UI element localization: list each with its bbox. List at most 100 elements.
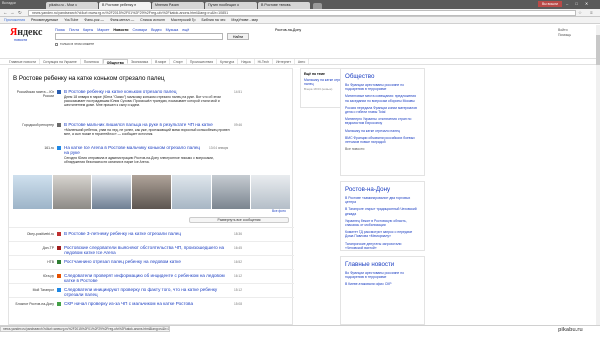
search-input[interactable] xyxy=(55,33,223,40)
list-item[interactable]: Во Франции арестованы россияне по подозр… xyxy=(345,271,420,279)
story-panel: В Ростове ребенку на катке коньком отрез… xyxy=(8,68,294,325)
scrollbar[interactable] xyxy=(596,25,600,325)
browser-tab[interactable]: pikabu.ru - Мои з xyxy=(46,2,98,9)
news-headline-link[interactable]: На катке Ice Arena в Ростове мальчику ко… xyxy=(64,145,204,155)
search-button[interactable]: Найти xyxy=(227,33,249,40)
society-title[interactable]: Общество xyxy=(345,73,424,80)
list-item[interactable]: Комитет ГД рассмотрит запрос о передаче … xyxy=(345,230,420,238)
news-source[interactable]: Блокнот Ростов-на-Дону xyxy=(12,302,54,306)
news-photo[interactable] xyxy=(211,175,251,209)
browser-tab-active[interactable]: В Ростове ребенку н xyxy=(99,2,151,9)
bookmark-item[interactable]: Библия на чес xyxy=(201,18,225,22)
tab-category[interactable]: Политика xyxy=(81,59,103,64)
main-news-title[interactable]: Главные новости xyxy=(345,261,424,268)
tab-category[interactable]: Главные новости xyxy=(6,59,40,64)
browser-tab[interactable]: Мнения Разин xyxy=(152,2,204,9)
list-item[interactable]: В Киеве атаковали офис СКР xyxy=(345,282,420,286)
reload-icon[interactable]: ↻ xyxy=(18,10,22,16)
address-bar[interactable]: news.yandex.ru/yandsearch?cl4url=www.rg.… xyxy=(28,10,576,16)
all-photos-link[interactable]: Все фото xyxy=(272,209,286,213)
logo-subtitle[interactable]: новости xyxy=(14,38,27,42)
service-link[interactable]: ещё xyxy=(182,28,189,32)
bookmark-item[interactable]: Список исполн xyxy=(140,18,165,22)
news-source[interactable]: Юга.ру xyxy=(12,274,54,278)
bookmark-item[interactable]: Мастерский Гр xyxy=(171,18,196,22)
news-headline-link[interactable]: В Ростове ребенку на катке коньком отрез… xyxy=(64,89,229,94)
list-item[interactable]: Митинговые места совещания: предложения … xyxy=(345,94,420,102)
news-source[interactable]: Российская газета – Юг России xyxy=(12,90,54,98)
news-headline-link[interactable]: В Ростове мальчик лишился пальца на руке… xyxy=(64,122,229,127)
list-item[interactable]: Мальчику на катке отрезало палец xyxy=(345,129,420,133)
news-annotation: Днем 18 января в парке (Юнга "Оазис") ма… xyxy=(64,95,221,108)
bookmark-star-icon[interactable]: ☆ xyxy=(578,10,582,16)
news-photo[interactable] xyxy=(52,175,92,209)
news-headline-link[interactable]: Ростовские следователи выясняют обстояте… xyxy=(64,245,234,255)
list-item[interactable]: Во Франции арестованы россияне по подозр… xyxy=(345,83,420,91)
yandex-logo[interactable]: Яндекс xyxy=(10,28,42,38)
tab-category[interactable]: Происшествия xyxy=(187,59,218,64)
tab-category[interactable]: Ситуация на Украине xyxy=(40,59,81,64)
bookmark-item[interactable]: Приложения xyxy=(4,18,25,22)
service-link[interactable]: Видео xyxy=(151,28,162,32)
tab-category[interactable]: Hi-Tech xyxy=(255,59,274,64)
forward-icon[interactable]: → xyxy=(10,10,15,15)
list-item[interactable]: Таганрогские депутаты загрохотали «Чехов… xyxy=(345,242,420,250)
news-photo[interactable] xyxy=(251,175,291,209)
bookmark-item[interactable]: МедУниве - мир xyxy=(231,18,258,22)
list-item[interactable]: ВМС Франции объявили российских боевых л… xyxy=(345,136,420,144)
window-controls[interactable]: – □ ✕ xyxy=(566,1,591,6)
list-item[interactable]: Украинец бежит в Ростовскую область, спа… xyxy=(345,219,420,227)
back-icon[interactable]: ← xyxy=(3,10,8,15)
service-link[interactable]: Карты xyxy=(83,28,93,32)
rostov-title[interactable]: Ростов-на-Дону xyxy=(345,186,424,193)
tab-category[interactable]: В мире xyxy=(152,59,171,64)
tab-category[interactable]: Авто xyxy=(295,59,310,64)
bookmark-item[interactable]: Рекомендуемые xyxy=(31,18,58,22)
tab-category[interactable]: Наука xyxy=(238,59,255,64)
profile-button[interactable]: Вы вошли xyxy=(538,1,562,7)
news-headline-link[interactable]: В Ростове 3-летнему ребенку на катке отр… xyxy=(64,231,234,236)
bookmark-item[interactable]: Фанк-метал — xyxy=(110,18,134,22)
checkbox-icon[interactable] xyxy=(55,42,58,46)
news-headline-link[interactable]: Ростчаннино отрезал палец ребенку на лед… xyxy=(64,259,234,264)
story-only-checkbox[interactable]: только в этом сюжете xyxy=(55,42,94,46)
service-link[interactable]: Словари xyxy=(132,28,147,32)
all-news-link[interactable]: Все новости xyxy=(345,147,420,151)
news-headline-link[interactable]: Следователи проверят информацию об инцид… xyxy=(64,273,234,283)
help-link[interactable]: Помощь xyxy=(558,33,571,38)
tab-category[interactable]: Экономика xyxy=(128,59,153,64)
browser-tab[interactable]: Путин пообещал о xyxy=(205,2,257,9)
news-photo[interactable] xyxy=(13,175,52,209)
list-item[interactable]: В Таганроге открыт традиционный Чеховски… xyxy=(345,207,420,215)
list-item[interactable]: Россия передала Франции копии материалов… xyxy=(345,106,420,114)
bookmark-item[interactable]: Фанк-рок — xyxy=(84,18,104,22)
tab-category-active[interactable]: Общество xyxy=(102,59,128,65)
news-headline-link[interactable]: Следователи инициируют проверку по факту… xyxy=(64,287,234,297)
tab-category[interactable]: Интернет xyxy=(273,59,295,64)
list-item[interactable]: В Ростове «заминировали» два торговых це… xyxy=(345,196,420,204)
bookmark-item[interactable]: YouTube xyxy=(64,18,78,22)
news-photo[interactable] xyxy=(92,175,132,209)
scrollbar-thumb[interactable] xyxy=(596,35,600,65)
region-label[interactable]: Ростов-на-Дону xyxy=(275,28,301,32)
service-link[interactable]: Маркет xyxy=(97,28,109,32)
service-link[interactable]: Почта xyxy=(69,28,79,32)
rostov-box: Ростов-на-Дону В Ростове «заминировали» … xyxy=(340,181,425,251)
tab-category[interactable]: Культура xyxy=(217,59,239,64)
news-source[interactable]: Дон-ТР xyxy=(12,246,54,250)
tab-category[interactable]: Спорт xyxy=(170,59,187,64)
news-photo[interactable] xyxy=(132,175,171,209)
service-link[interactable]: Музыка xyxy=(166,28,179,32)
news-source[interactable]: НТВ xyxy=(12,260,54,264)
news-headline-link[interactable]: СКР начал проверку из-за ЧП с мальчиком … xyxy=(64,301,234,306)
list-item[interactable]: Минэнерго Украины: отключения стран по в… xyxy=(345,117,420,125)
news-source[interactable]: 161.ru xyxy=(12,146,54,150)
news-photo[interactable] xyxy=(171,175,211,209)
news-source[interactable]: Okey-positivebl.ru xyxy=(12,232,54,236)
news-source[interactable]: Мой Таганрог xyxy=(12,288,54,292)
service-link[interactable]: Поиск xyxy=(55,28,65,32)
news-source[interactable]: Городской репортер xyxy=(12,123,54,127)
browser-tab[interactable]: В Ростове «вновь xyxy=(258,2,310,9)
menu-icon[interactable]: ≡ xyxy=(590,10,593,15)
expand-all-button[interactable]: Развернуть все сообщения xyxy=(189,217,289,223)
